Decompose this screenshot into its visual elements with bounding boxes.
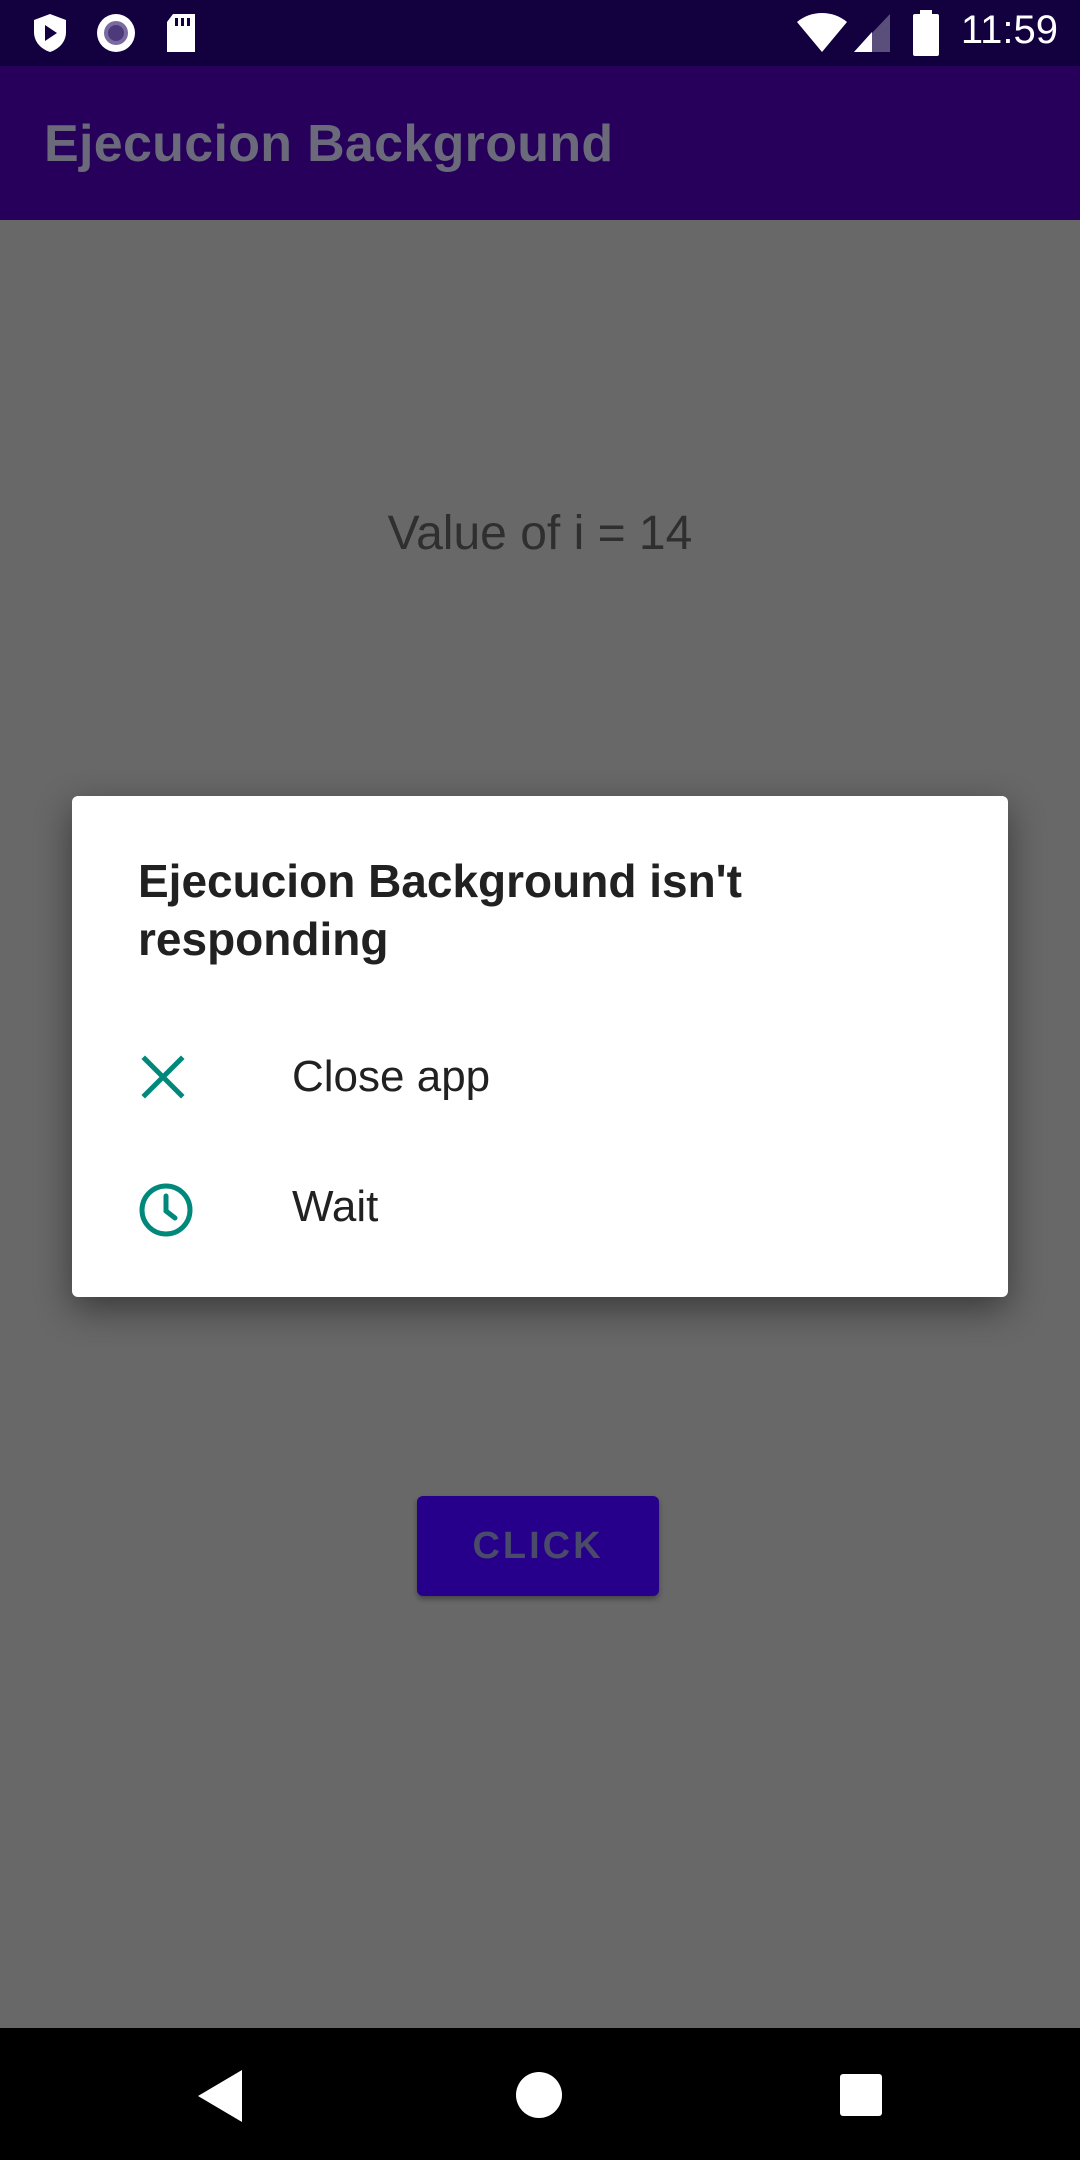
status-bar: 11:59 [0,0,1080,66]
wifi-icon [797,13,847,52]
record-icon [97,14,135,52]
value-text: Value of i = 14 [387,507,693,560]
anr-dialog: Ejecucion Background isn't responding Cl… [72,796,1008,1297]
close-app-option[interactable]: Close app [72,1012,1008,1142]
battery-icon [913,10,939,56]
back-icon[interactable] [196,2068,246,2124]
recents-icon[interactable] [838,2072,884,2118]
cell-signal-icon [854,14,890,52]
status-time: 11:59 [960,8,1058,52]
clock-icon [139,1183,193,1237]
dialog-title: Ejecucion Background isn't responding [138,855,742,965]
close-app-label: Close app [292,1052,491,1101]
sd-card-icon [167,14,195,52]
app-bar: Ejecucion Background [0,66,1080,220]
wait-option[interactable]: Wait [72,1142,1008,1272]
click-button[interactable]: CLICK [417,1496,659,1596]
home-icon[interactable] [514,2070,564,2120]
wait-label: Wait [292,1182,379,1231]
app-title: Ejecucion Background [44,115,614,173]
shield-play-icon [34,14,66,52]
close-icon [141,1055,185,1099]
navigation-bar [0,2028,1080,2160]
